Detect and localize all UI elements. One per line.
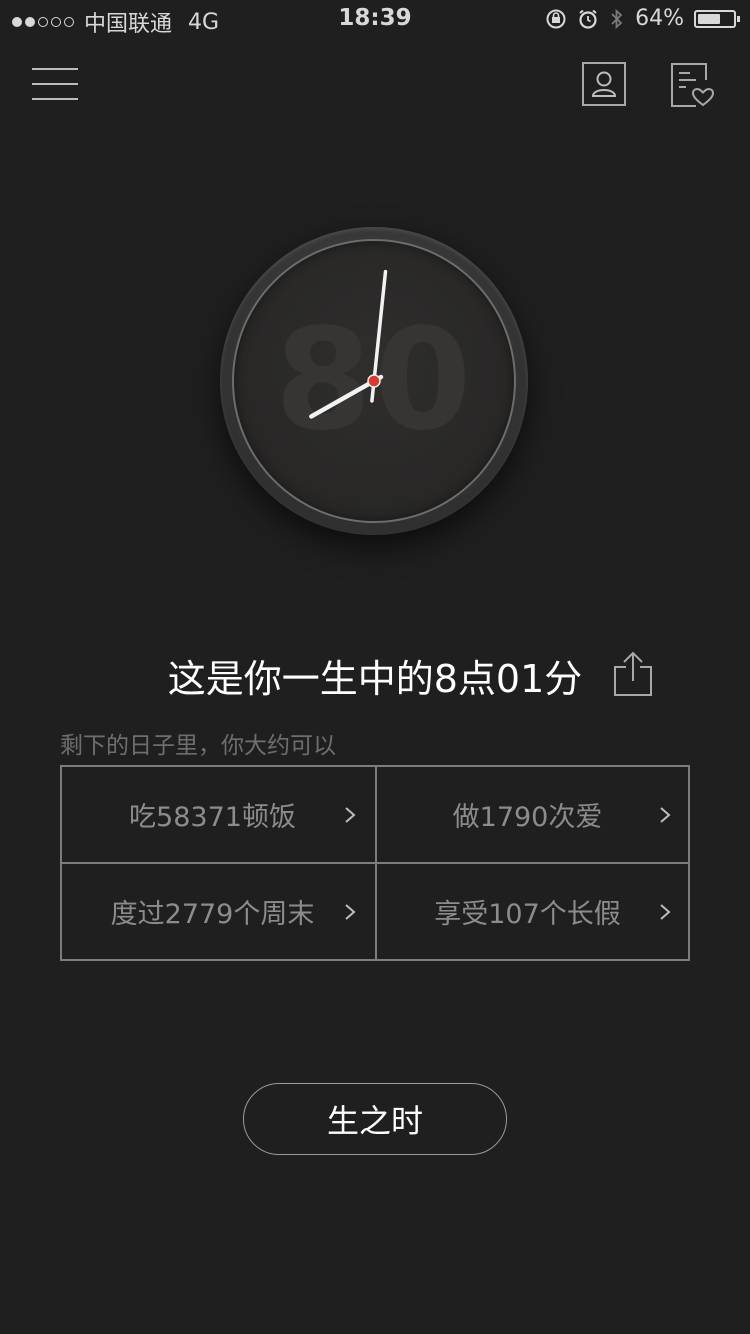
stat-weekends[interactable]: 度过2779个周末 [62,864,375,959]
stat-vacations[interactable]: 享受107个长假 [377,864,690,959]
user-profile-icon[interactable] [582,62,626,106]
menu-line [32,98,78,100]
stats-grid: 吃58371顿饭 做1790次爱 度过2779个周末 享受107个长假 [60,765,690,961]
menu-line [32,68,78,70]
status-right: 64% [545,6,740,31]
battery-percentage: 64% [635,6,684,31]
orientation-lock-icon [546,9,566,28]
chevron-right-icon [660,904,671,920]
user-silhouette-icon [591,71,617,97]
chevron-right-icon [660,807,671,823]
stat-love[interactable]: 做1790次爱 [377,767,690,862]
share-icon[interactable] [612,651,654,697]
remaining-days-caption: 剩下的日子里，你大约可以 [60,733,336,759]
stat-label: 吃58371顿饭 [129,802,296,833]
status-bar: 中国联通 4G 18:39 64% [0,0,750,40]
stat-label: 做1790次爱 [452,802,603,833]
app-screen: 中国联通 4G 18:39 64% 80 这是你一生中的8点01分 剩下的日子里… [0,0,750,1334]
battery-fill [698,13,720,24]
chevron-right-icon [345,904,356,920]
list-heart-icon [671,63,715,107]
alarm-icon [579,9,597,29]
hamburger-menu-icon[interactable] [32,68,78,100]
favorites-list-icon[interactable] [670,62,715,108]
life-time-button-label: 生之时 [326,1102,423,1140]
clock-hands [309,269,388,419]
stat-meals[interactable]: 吃58371顿饭 [62,767,375,862]
chevron-right-icon [345,807,356,823]
stat-label: 度过2779个周末 [110,899,315,930]
battery-icon [694,9,740,28]
menu-line [32,83,78,85]
stat-label: 享受107个长假 [434,899,621,930]
life-clock: 80 [220,227,528,535]
headline-text: 这是你一生中的8点01分 [167,657,583,701]
clock-center-pin [367,374,381,388]
bluetooth-icon [611,8,623,29]
battery-tip [737,15,740,22]
life-time-button[interactable]: 生之时 [243,1083,507,1155]
share-arrow-icon [614,651,652,696]
